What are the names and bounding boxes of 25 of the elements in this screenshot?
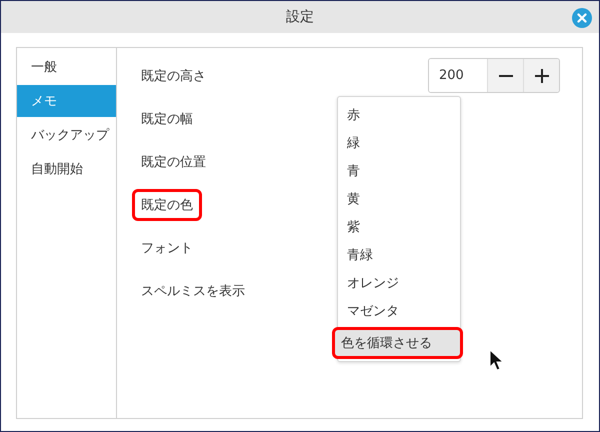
setting-label: 既定の幅: [140, 110, 194, 128]
close-icon: [577, 13, 587, 23]
highlighted-setting-label: 既定の色: [132, 188, 202, 220]
sidebar-item[interactable]: バックアップ: [17, 119, 116, 151]
menu-item[interactable]: 青緑: [338, 241, 460, 269]
menu-item[interactable]: 青: [338, 157, 460, 185]
menu-item[interactable]: 紫: [338, 213, 460, 241]
minus-icon: [498, 74, 512, 76]
window-title: 設定: [286, 8, 314, 26]
sidebar-item[interactable]: 自動開始: [17, 153, 116, 185]
plus-icon: [534, 68, 548, 82]
menu-item[interactable]: 黄: [338, 185, 460, 213]
decrement-button[interactable]: [487, 59, 523, 92]
close-button[interactable]: [572, 8, 592, 28]
menu-item[interactable]: 赤: [338, 101, 460, 129]
menu-item[interactable]: オレンジ: [338, 269, 460, 297]
increment-button[interactable]: [523, 59, 559, 92]
setting-label: フォント: [140, 240, 194, 258]
menu-item[interactable]: 緑: [338, 129, 460, 157]
menu-item[interactable]: 色を循環させる: [332, 327, 463, 359]
sidebar-item[interactable]: 一般: [17, 51, 116, 83]
setting-label: 既定の高さ: [140, 68, 207, 86]
menu-item[interactable]: マゼンタ: [338, 297, 460, 325]
setting-label: 既定の位置: [140, 154, 207, 172]
setting-label: スペルミスを表示: [140, 282, 246, 300]
